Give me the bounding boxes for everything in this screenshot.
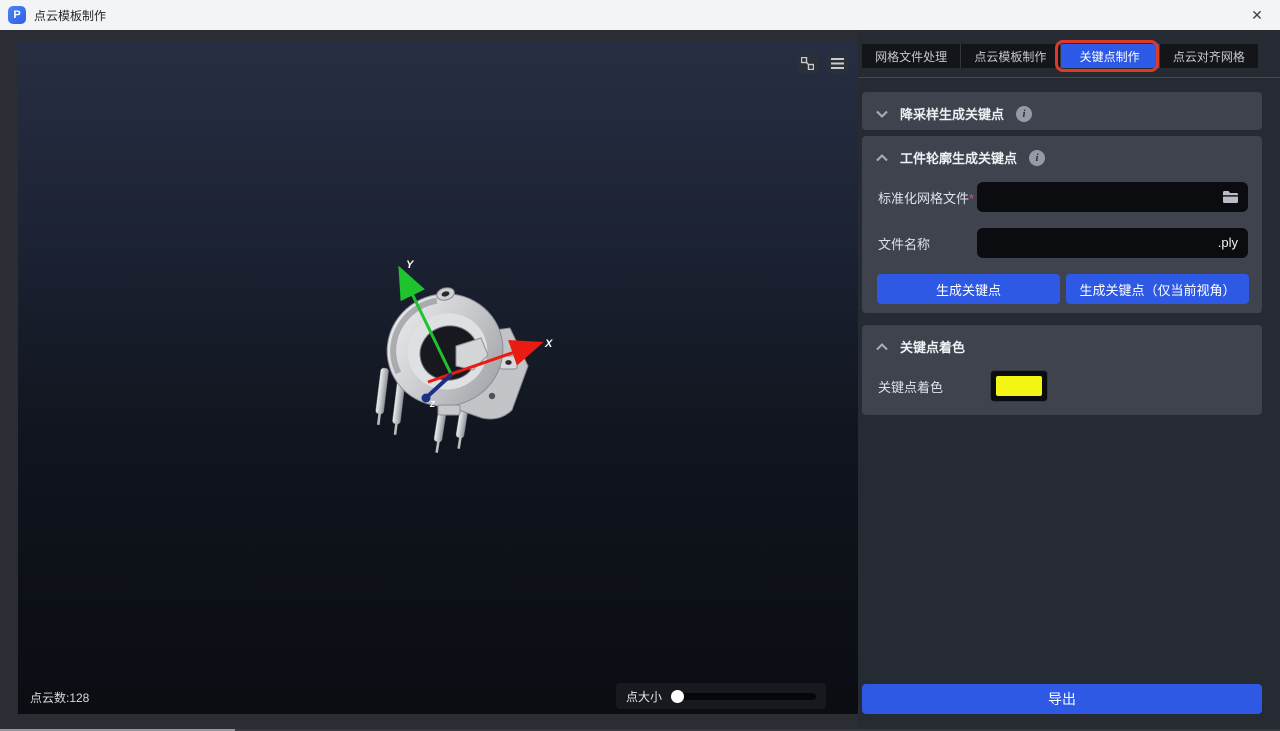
- section-coloring-header[interactable]: 关键点着色: [862, 325, 1262, 368]
- 3d-viewport[interactable]: Y X Z 点云数:128 点大小: [18, 42, 858, 714]
- chevron-up-icon: [876, 343, 888, 351]
- mesh-file-input[interactable]: [977, 182, 1248, 212]
- section-title: 降采样生成关键点: [900, 104, 1004, 123]
- panel-separator: [858, 77, 1280, 78]
- app-logo-icon: P: [8, 6, 26, 24]
- x-axis-label: X: [544, 338, 553, 350]
- section-title: 关键点着色: [900, 337, 965, 356]
- chevron-down-icon: [876, 110, 888, 118]
- file-extension-suffix: .ply: [1218, 228, 1238, 258]
- tab-keypoint-creation[interactable]: 关键点制作: [1061, 44, 1160, 68]
- point-size-label: 点大小: [626, 688, 662, 705]
- chevron-up-icon: [876, 154, 888, 162]
- slider-thumb[interactable]: [671, 690, 684, 703]
- titlebar: P 点云模板制作 ✕: [0, 0, 1280, 30]
- keypoint-color-swatch-fill: [996, 376, 1042, 396]
- tabbar: 网格文件处理 点云模板制作 关键点制作 点云对齐网格: [862, 44, 1258, 68]
- section-downsample-keypoints[interactable]: 降采样生成关键点 i: [862, 92, 1262, 130]
- file-name-input[interactable]: .ply: [977, 228, 1248, 258]
- window-body: Y X Z 点云数:128 点大小 网格文件处理 点云模板制作 关键点制作 点云…: [0, 30, 1280, 731]
- generate-keypoints-button[interactable]: 生成关键点: [877, 274, 1060, 304]
- 3d-model: Y X Z: [360, 240, 580, 460]
- settings-panel: 网格文件处理 点云模板制作 关键点制作 点云对齐网格 降采样生成关键点 i: [858, 30, 1280, 731]
- node-link-icon[interactable]: [797, 53, 818, 74]
- y-axis-label: Y: [406, 259, 415, 271]
- section-title: 工件轮廓生成关键点: [900, 148, 1017, 167]
- info-icon[interactable]: i: [1016, 106, 1032, 122]
- tab-pointcloud-template[interactable]: 点云模板制作: [961, 44, 1060, 68]
- required-asterisk: *: [969, 191, 974, 206]
- keypoint-color-picker[interactable]: [990, 370, 1048, 402]
- export-button[interactable]: 导出: [862, 684, 1262, 714]
- menu-icon[interactable]: [827, 53, 848, 74]
- close-icon[interactable]: ✕: [1242, 7, 1272, 24]
- viewport-toolbar: [797, 53, 848, 74]
- generate-keypoints-current-view-button[interactable]: 生成关键点（仅当前视角）: [1066, 274, 1249, 304]
- mesh-file-label: 标准化网格文件*: [878, 188, 974, 207]
- tab-mesh-file-processing[interactable]: 网格文件处理: [862, 44, 961, 68]
- section-contour-keypoints: 工件轮廓生成关键点 i 标准化网格文件* 文件名称 .ply 生成关键点 生成关…: [862, 136, 1262, 313]
- point-size-slider[interactable]: [671, 690, 816, 703]
- slider-track[interactable]: [677, 693, 816, 700]
- point-size-control: 点大小: [616, 683, 826, 709]
- tab-pointcloud-align-mesh[interactable]: 点云对齐网格: [1160, 44, 1258, 68]
- point-count-status: 点云数:128: [30, 689, 89, 706]
- section-keypoint-coloring: 关键点着色 关键点着色: [862, 325, 1262, 415]
- file-name-label: 文件名称: [878, 234, 930, 253]
- info-icon[interactable]: i: [1029, 150, 1045, 166]
- window-title: 点云模板制作: [34, 7, 106, 24]
- section-contour-header[interactable]: 工件轮廓生成关键点 i: [862, 136, 1262, 179]
- folder-icon[interactable]: [1222, 190, 1239, 204]
- keypoint-color-label: 关键点着色: [878, 377, 943, 396]
